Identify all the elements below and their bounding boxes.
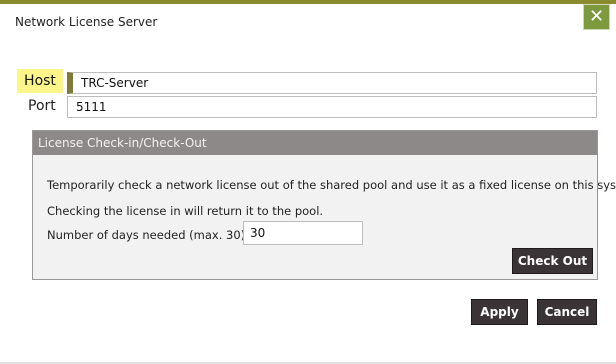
cancel-button[interactable]: Cancel <box>537 299 597 325</box>
days-needed-label: Number of days needed (max. 30) <box>47 228 246 242</box>
days-needed-input[interactable] <box>243 221 363 245</box>
license-checkout-group: License Check-in/Check-Out Temporarily c… <box>32 130 616 280</box>
host-label-text: Host <box>24 73 56 89</box>
close-icon: ✕ <box>588 6 605 27</box>
host-label: Host <box>17 69 63 93</box>
license-group-header: License Check-in/Check-Out <box>33 131 597 155</box>
port-input[interactable] <box>67 96 597 118</box>
close-button[interactable]: ✕ <box>583 4 610 30</box>
dialog-title: Network License Server <box>15 15 158 29</box>
host-input[interactable] <box>67 72 597 94</box>
license-description-2: Checking the license in will return it t… <box>47 204 324 218</box>
port-label: Port <box>28 98 56 114</box>
apply-button[interactable]: Apply <box>471 299 528 325</box>
window-top-strip <box>0 0 616 4</box>
check-out-button[interactable]: Check Out <box>512 248 593 274</box>
license-description-1: Temporarily check a network license out … <box>47 178 616 192</box>
